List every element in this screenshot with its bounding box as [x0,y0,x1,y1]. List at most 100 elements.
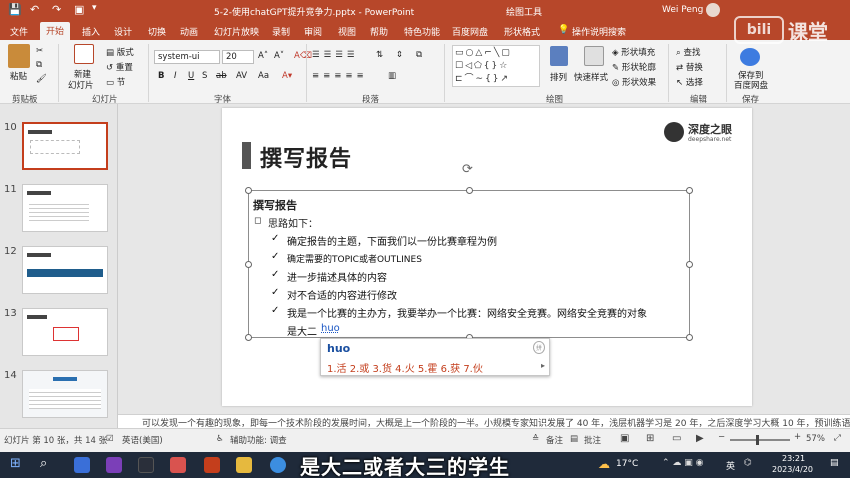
tab-home[interactable]: 开始 [40,22,71,40]
font-size-select[interactable]: 20 [222,50,254,64]
next-page-icon[interactable]: ▸ [541,361,545,370]
ime-candidates[interactable]: 1.活 2.或 3.货 4.火 5.霍 6.获 7.伙 [327,360,483,375]
quick-styles-icon[interactable] [584,46,604,66]
reset-button[interactable]: ↺ 重置 [106,61,133,73]
user-name[interactable]: Wei Peng [662,5,703,15]
notes-icon[interactable]: ≙ [532,434,539,444]
slide-title[interactable]: 撰写报告 [260,141,352,173]
zoom-out-icon[interactable]: − [718,432,725,442]
start-slideshow-icon[interactable]: ▣ [74,3,84,16]
fit-slide-icon[interactable]: ⤢ [834,433,841,443]
tab-review[interactable]: 审阅 [304,25,322,38]
clock-date[interactable]: 2023/4/20 [772,465,813,474]
notes-button[interactable]: 备注 [546,434,563,446]
tab-transitions[interactable]: 切换 [148,25,166,38]
baidu-cloud-icon[interactable] [740,48,760,66]
thumbnail-slide-14[interactable] [22,370,108,418]
resize-handle[interactable] [686,334,693,341]
tab-baidu-netdisk[interactable]: 百度网盘 [452,25,488,38]
language-indicator[interactable]: 英语(美国) [122,434,163,446]
replace-button[interactable]: ⇄ 替换 [676,61,703,73]
resize-handle[interactable] [686,187,693,194]
paste-label[interactable]: 粘贴 [10,70,27,82]
thumbnail-slide-11[interactable] [22,184,108,232]
layout-button[interactable]: ▤ 版式 [106,46,134,58]
selected-text-box[interactable]: 撰写报告 ◻ 思路如下： ✓ 确定报告的主题，下面我们以一份比赛章程为例 ✓ 确… [245,187,693,341]
font-family-select[interactable]: system-ui [154,50,220,64]
new-slide-label-2[interactable]: 幻灯片 [68,79,94,91]
shape-fill-button[interactable]: ◈ 形状填充 [612,46,655,58]
tab-animations[interactable]: 动画 [180,25,198,38]
thumbnail-slide-10[interactable] [22,122,108,170]
resize-handle[interactable] [245,334,252,341]
resize-handle[interactable] [245,187,252,194]
zoom-in-icon[interactable]: + [794,432,801,442]
quick-styles-label[interactable]: 快速样式 [574,71,608,83]
shape-outline-button[interactable]: ✎ 形状轮廓 [612,61,656,73]
reading-view-icon[interactable]: ▭ [672,433,681,444]
comments-icon[interactable]: ▤ [570,434,578,444]
tray-icons[interactable]: ⌃ ☁ ▣ ◉ [662,458,703,468]
search-icon[interactable]: ⌕ [40,456,47,471]
spellcheck-icon[interactable]: ☑ [106,434,114,444]
section-button[interactable]: ▭ 节 [106,76,125,88]
arrange-label[interactable]: 排列 [550,71,567,83]
alignment-buttons-icon[interactable]: ≡≡≡≡≡ [312,71,368,81]
tab-insert[interactable]: 插入 [82,25,100,38]
copy-icon[interactable]: ⧉ [36,60,42,70]
resize-handle[interactable] [466,187,473,194]
tell-me-search[interactable]: 操作说明搜索 [572,25,626,38]
resize-handle[interactable] [245,261,252,268]
thumbnail-slide-13[interactable] [22,308,108,356]
shapes-gallery[interactable]: ▭○△⌐╲▢ ☐◁⬠{}☆ ⊏⌒∼{}↗ [452,45,540,87]
change-case-button[interactable]: Aa [258,71,269,81]
bold-button[interactable]: B [158,71,164,81]
tab-shape-format[interactable]: 形状格式 [504,25,540,38]
smartart-icon[interactable]: ⧉ [416,50,422,60]
zoom-slider-thumb[interactable] [756,435,759,445]
find-button[interactable]: ⌕ 查找 [676,46,700,58]
strikethrough-button[interactable]: ab [216,71,227,81]
char-spacing-button[interactable]: AV [236,71,247,81]
terminal-icon[interactable] [138,457,154,473]
text-direction-icon[interactable]: ⇅ [376,50,383,60]
network-icon[interactable]: ⌬ [744,458,752,468]
windows-start-icon[interactable]: ⊞ [10,456,21,471]
slideshow-view-icon[interactable]: ▶ [696,433,704,444]
clock-time[interactable]: 23:21 [782,454,805,463]
speaker-notes[interactable]: 可以发现一个有趣的现象，即每一个技术阶段的发展时间，大概是上一个阶段的一半。小规… [118,414,850,428]
edge-icon[interactable] [270,457,286,473]
paste-icon[interactable] [8,44,30,68]
tab-featured[interactable]: 特色功能 [404,25,440,38]
resize-handle[interactable] [686,261,693,268]
clear-format-icon[interactable]: A⌫ [294,51,312,61]
list-buttons-icon[interactable]: ☰☰☰☰ [312,50,358,60]
shrink-font-icon[interactable]: A˅ [274,51,284,61]
arrange-icon[interactable] [550,46,568,66]
new-slide-icon[interactable] [74,44,94,64]
accessibility-status[interactable]: 辅助功能: 调查 [230,434,287,446]
format-painter-icon[interactable]: 🖌 [36,74,47,84]
normal-view-icon[interactable]: ▣ [620,433,629,444]
tab-view[interactable]: 视图 [338,25,356,38]
tab-record[interactable]: 录制 [272,25,290,38]
onenote-icon[interactable] [106,457,122,473]
thumbnail-slide-12[interactable] [22,246,108,294]
folder-icon[interactable] [236,457,252,473]
slide-sorter-icon[interactable]: ⊞ [646,433,654,444]
undo-icon[interactable]: ↶ [30,3,39,16]
customize-qat-icon[interactable]: ▾ [92,3,97,13]
tab-file[interactable]: 文件 [10,25,28,38]
comments-button[interactable]: 批注 [584,434,601,446]
tab-design[interactable]: 设计 [114,25,132,38]
italic-button[interactable]: I [174,71,177,81]
app-icon[interactable] [170,457,186,473]
columns-icon[interactable]: ▥ [388,71,396,81]
tab-slideshow[interactable]: 幻灯片放映 [214,25,259,38]
select-button[interactable]: ↖ 选择 [676,76,703,88]
cut-icon[interactable]: ✂ [36,46,43,56]
tab-help[interactable]: 帮助 [370,25,388,38]
zoom-level[interactable]: 57% [806,434,825,444]
autosave-icon[interactable]: 💾 [8,3,22,16]
align-text-icon[interactable]: ⇕ [396,50,403,60]
